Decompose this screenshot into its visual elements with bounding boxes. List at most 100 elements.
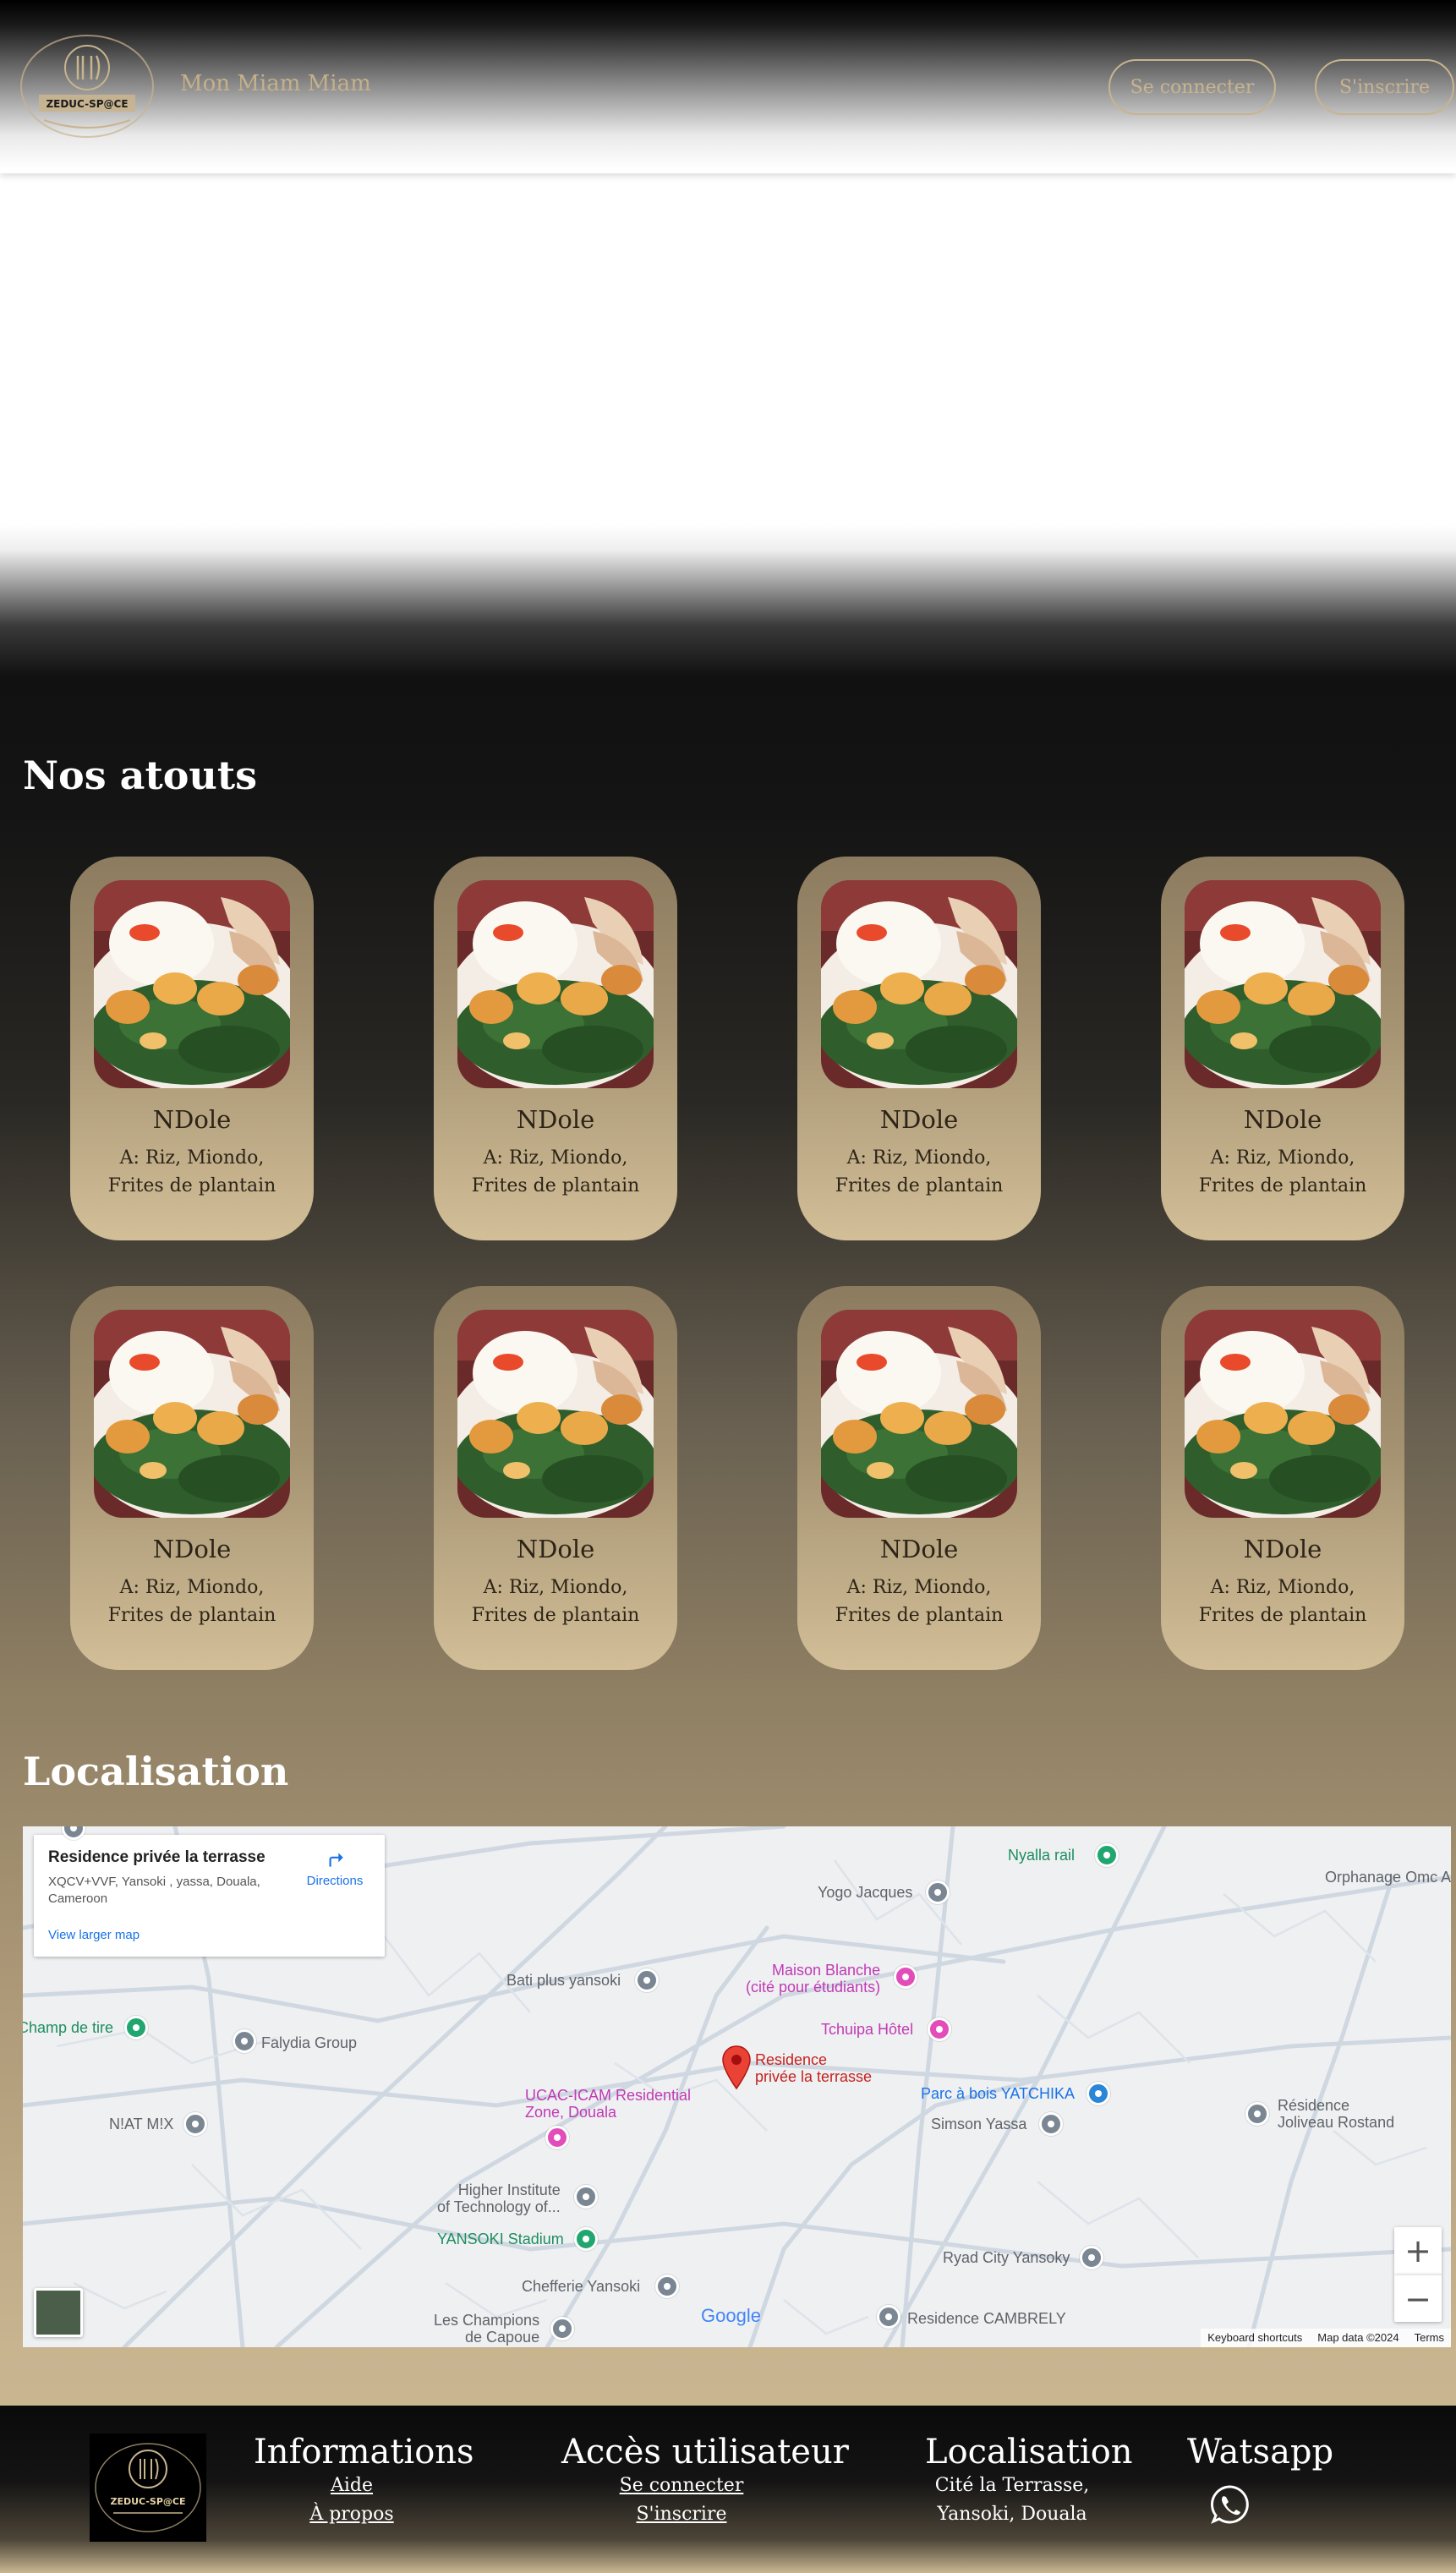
poi-label: (cité pour étudiants) (745, 1979, 881, 1995)
signup-button[interactable]: S'inscrire (1315, 59, 1454, 115)
stadium-pin-icon[interactable] (574, 2227, 598, 2251)
login-button[interactable]: Se connecter (1108, 59, 1276, 115)
logo[interactable]: ZEDUC-SP@CE (19, 32, 156, 140)
poi-yansoki-stadium[interactable]: YANSOKI Stadium (437, 2231, 564, 2247)
poi-nyalla-rail[interactable]: Nyalla rail (1008, 1847, 1075, 1864)
dish-card[interactable]: NDole A: Riz, Miondo, Frites de plantain (434, 857, 677, 1240)
shop-pin-icon[interactable] (1087, 2082, 1110, 2105)
poi-bati-plus[interactable]: Bati plus yansoki (506, 1972, 621, 1989)
place-pin-icon[interactable] (183, 2112, 207, 2136)
keyboard-shortcuts-link[interactable]: Keyboard shortcuts (1207, 2331, 1302, 2345)
location-marker-icon[interactable] (721, 2045, 752, 2090)
place-pin-icon[interactable] (635, 1968, 659, 1992)
dish-image (821, 880, 1017, 1088)
poi-residence-joliveau[interactable]: Résidence Joliveau Rostand (1278, 2097, 1394, 2131)
dish-description: A: Riz, Miondo, Frites de plantain (107, 1577, 276, 1626)
section-title-localisation: Localisation (23, 1749, 289, 1794)
map-type-toggle[interactable] (34, 2288, 83, 2337)
dish-name: NDole (516, 1535, 595, 1563)
zoom-out-button[interactable]: − (1394, 2275, 1442, 2322)
footer-info-column: Informations Aide À propos (254, 2433, 474, 2529)
poi-tchuipa-hotel[interactable]: Tchuipa Hôtel (821, 2021, 913, 2038)
directions-label: Directions (306, 1874, 364, 1888)
poi-niat-mix[interactable]: N!AT M!X (109, 2116, 173, 2132)
dish-card[interactable]: NDole A: Riz, Miondo, Frites de plantain (70, 857, 314, 1240)
poi-orphanage[interactable]: Orphanage Omc A (1325, 1869, 1451, 1886)
footer-apropos-link[interactable]: À propos (254, 2500, 450, 2529)
footer-logo: ZEDUC-SP@CE (90, 2433, 206, 2542)
section-title-atouts: Nos atouts (23, 753, 257, 798)
dish-card[interactable]: NDole A: Riz, Miondo, Frites de plantain (797, 1286, 1041, 1670)
poi-simson-yassa[interactable]: Simson Yassa (931, 2116, 1026, 2132)
poi-chefferie-yansoki[interactable]: Chefferie Yansoki (522, 2278, 640, 2295)
footer-signup-link[interactable]: S'inscrire (561, 2500, 802, 2529)
dish-card[interactable]: NDole A: Riz, Miondo, Frites de plantain (434, 1286, 677, 1670)
dish-name: NDole (152, 1105, 232, 1134)
dish-name: NDole (879, 1535, 959, 1563)
poi-residence-cambrely[interactable]: Residence CAMBRELY (907, 2310, 1066, 2327)
park-pin-icon[interactable] (1095, 1843, 1119, 1867)
footer-login-link[interactable]: Se connecter (561, 2472, 802, 2500)
place-pin-icon[interactable] (550, 2317, 574, 2340)
poi-label: Résidence (1278, 2097, 1350, 2114)
school-pin-icon[interactable] (574, 2185, 598, 2209)
dish-card[interactable]: NDole A: Riz, Miondo, Frites de plantain (1161, 1286, 1404, 1670)
poi-yogo-jacques[interactable]: Yogo Jacques (818, 1884, 912, 1901)
dish-name: NDole (516, 1105, 595, 1134)
dish-image (1185, 1310, 1381, 1518)
place-pin-icon[interactable] (877, 2305, 900, 2329)
footer-aide-link[interactable]: Aide (254, 2472, 450, 2500)
marker-label-line: privée la terrasse (755, 2068, 873, 2085)
place-pin-icon[interactable] (233, 2029, 256, 2053)
poi-label: Maison Blanche (772, 1962, 881, 1979)
poi-higher-institute[interactable]: Higher Institute of Technology of... (437, 2182, 561, 2215)
poi-label: Joliveau Rostand (1278, 2114, 1395, 2131)
dish-image (457, 1310, 654, 1518)
footer-whatsapp-column: Watsapp (1187, 2433, 1333, 2472)
poi-maison-blanche[interactable]: Maison Blanche (cité pour étudiants) (746, 1962, 881, 1995)
dish-description: A: Riz, Miondo, Frites de plantain (1198, 1147, 1367, 1196)
footer-location-column: Localisation Cité la Terrasse, Yansoki, … (925, 2433, 1133, 2529)
dish-card[interactable]: NDole A: Riz, Miondo, Frites de plantain (797, 857, 1041, 1240)
place-pin-icon[interactable] (1080, 2246, 1103, 2269)
place-pin-icon[interactable] (1245, 2102, 1269, 2126)
dish-image (94, 1310, 290, 1518)
poi-label: of Technology of... (437, 2198, 561, 2215)
dish-description: A: Riz, Miondo, Frites de plantain (471, 1577, 640, 1626)
terms-link[interactable]: Terms (1415, 2331, 1444, 2345)
site-footer: ZEDUC-SP@CE Informations Aide À propos A… (0, 2406, 1456, 2573)
zoom-in-button[interactable]: + (1394, 2227, 1442, 2275)
map-data-text: Map data ©2024 (1317, 2331, 1399, 2344)
place-pin-icon[interactable] (655, 2275, 679, 2298)
footer-location-title: Localisation (925, 2433, 1133, 2472)
whatsapp-icon[interactable] (1209, 2483, 1251, 2526)
poi-les-champions[interactable]: Les Champions de Capoue (434, 2312, 539, 2346)
park-pin-icon[interactable] (124, 2016, 148, 2039)
site-header: ZEDUC-SP@CE Mon Miam Miam Se connecter S… (0, 0, 1456, 173)
dish-description: A: Riz, Miondo, Frites de plantain (1198, 1577, 1367, 1626)
hotel-pin-icon[interactable] (545, 2126, 569, 2149)
directions-button[interactable]: Directions (293, 1848, 377, 1888)
dish-card[interactable]: NDole A: Riz, Miondo, Frites de plantain (70, 1286, 314, 1670)
poi-falydia-group[interactable]: Falydia Group (261, 2034, 357, 2051)
poi-label: Zone, Douala (525, 2104, 617, 2121)
place-pin-icon[interactable] (926, 1880, 950, 1904)
google-logo-text: Google (701, 2305, 761, 2326)
place-pin-icon[interactable] (1039, 2112, 1063, 2136)
dish-description: A: Riz, Miondo, Frites de plantain (835, 1147, 1004, 1196)
poi-ryad-city[interactable]: Ryad City Yansoky (943, 2249, 1070, 2266)
footer-location-line1: Cité la Terrasse, (934, 2475, 1090, 2496)
dish-card[interactable]: NDole A: Riz, Miondo, Frites de plantain (1161, 857, 1404, 1240)
map-attribution: Keyboard shortcuts Map data ©2024 Terms (1201, 2329, 1451, 2347)
google-map[interactable]: Residence privée la terrasse XQCV+VVF, Y… (23, 1826, 1451, 2347)
hotel-pin-icon[interactable] (894, 1965, 917, 1989)
poi-ucac-icam[interactable]: UCAC-ICAM Residential Zone, Douala (525, 2087, 691, 2121)
poi-label: de Capoue (465, 2329, 540, 2346)
map-info-card: Residence privée la terrasse XQCV+VVF, Y… (34, 1835, 385, 1957)
poi-champ-de-tire[interactable]: Champ de tire (23, 2019, 113, 2036)
poi-parc-a-bois[interactable]: Parc à bois YATCHIKA (921, 2085, 1075, 2102)
hotel-pin-icon[interactable] (928, 2017, 951, 2041)
view-larger-map-link[interactable]: View larger map (48, 1928, 140, 1942)
brand-name[interactable]: Mon Miam Miam (180, 71, 371, 96)
marker-label-line: Residence (755, 2051, 828, 2068)
